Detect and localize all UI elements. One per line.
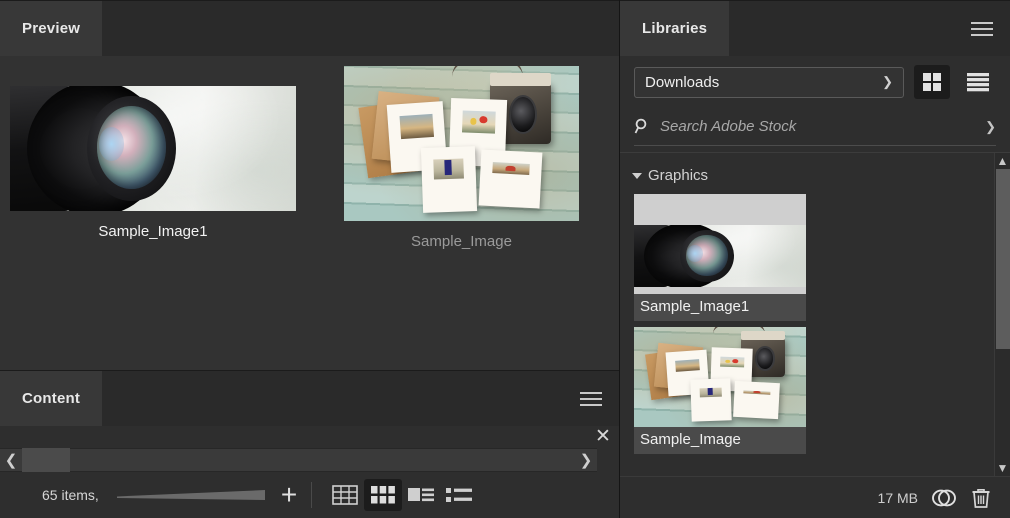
preview-item[interactable]: Sample_Image: [344, 66, 579, 250]
grid-view-icon[interactable]: [326, 479, 364, 511]
stock-search-field[interactable]: Search Adobe Stock ❯: [634, 108, 996, 146]
toolbar-separator: [311, 482, 313, 508]
grid-view-icon[interactable]: [914, 65, 950, 99]
search-input[interactable]: Search Adobe Stock: [660, 118, 976, 135]
vertical-scroll-track[interactable]: [995, 169, 1010, 460]
chevron-down-icon: ❯: [882, 74, 893, 89]
asset-label: Sample_Image1: [640, 298, 750, 315]
photos-on-wood-image: [634, 327, 806, 427]
details-view-icon[interactable]: [402, 479, 440, 511]
libraries-content: Graphics Sample_Image1 Sample_Image ▲ ▼: [620, 152, 1010, 476]
plus-icon[interactable]: +: [281, 481, 297, 509]
libraries-panel: Libraries Downloads ❯ Search Adobe Stock…: [620, 0, 1010, 518]
creative-cloud-icon[interactable]: [931, 488, 957, 508]
libraries-footer: 17 MB: [620, 476, 1010, 518]
preview-item[interactable]: Sample_Image1: [10, 86, 296, 240]
tab-preview-label: Preview: [22, 20, 81, 37]
content-panel: Content ✕ ❮ ❯ 65 items, +: [0, 370, 619, 518]
content-top-strip: ✕: [0, 426, 619, 448]
preview-header-spacer: [102, 1, 619, 56]
content-toolbar: 65 items, +: [0, 472, 619, 518]
tab-libraries-label: Libraries: [642, 20, 708, 37]
tab-preview[interactable]: Preview: [0, 1, 103, 56]
hamburger-icon[interactable]: [962, 1, 1002, 56]
library-asset-card[interactable]: Sample_Image1: [634, 194, 806, 321]
camera-lens-image: [10, 86, 296, 211]
library-select-value: Downloads: [645, 73, 720, 91]
content-header-spacer: [102, 371, 571, 426]
thumbnail-view-icon[interactable]: [364, 479, 403, 511]
chevron-down-icon[interactable]: ❯: [985, 119, 996, 135]
chevron-left-icon[interactable]: ❮: [0, 453, 22, 468]
libraries-header-spacer: [729, 1, 962, 56]
chevron-right-icon[interactable]: ❯: [575, 453, 597, 468]
horizontal-scroll-track[interactable]: [22, 448, 575, 472]
triangle-down-icon[interactable]: [632, 172, 642, 179]
left-column: Preview Sample_Image1 Sample_Image Conte…: [0, 0, 620, 518]
vertical-scroll-thumb[interactable]: [995, 169, 1010, 350]
photos-on-wood-image: [344, 66, 579, 221]
horizontal-scrollbar[interactable]: ❮ ❯: [0, 448, 619, 472]
close-icon[interactable]: ✕: [593, 427, 613, 447]
vertical-scrollbar[interactable]: ▲ ▼: [994, 153, 1010, 476]
asset-thumbnail: [634, 194, 806, 294]
libraries-scroll-area: Graphics Sample_Image1 Sample_Image: [620, 153, 994, 476]
application-window: Preview Sample_Image1 Sample_Image Conte…: [0, 0, 1010, 518]
asset-thumbnail: [634, 327, 806, 427]
preview-item-caption: Sample_Image: [411, 233, 512, 250]
section-title-label: Graphics: [648, 167, 709, 184]
preview-item-caption: Sample_Image1: [98, 223, 208, 240]
scrollbar-endcap: [597, 448, 619, 472]
hamburger-icon[interactable]: [571, 371, 611, 426]
camera-lens-image: [634, 225, 806, 287]
preview-body: Sample_Image1 Sample_Image: [0, 56, 619, 370]
libraries-toolbar: Downloads ❯: [620, 56, 1010, 108]
list-view-icon[interactable]: [440, 479, 478, 511]
preview-panel-header: Preview: [0, 0, 619, 56]
chevron-up-icon[interactable]: ▲: [997, 153, 1009, 169]
tab-libraries[interactable]: Libraries: [620, 1, 730, 56]
content-panel-header: Content: [0, 370, 619, 426]
horizontal-scroll-thumb[interactable]: [22, 448, 70, 472]
zoom-slider[interactable]: [115, 486, 267, 504]
trash-icon[interactable]: [970, 487, 992, 509]
tab-content-label: Content: [22, 390, 81, 407]
chevron-down-icon[interactable]: ▼: [997, 460, 1009, 476]
asset-label: Sample_Image: [640, 431, 741, 448]
library-asset-card[interactable]: Sample_Image: [634, 327, 806, 454]
tab-content[interactable]: Content: [0, 371, 103, 426]
list-view-icon[interactable]: [960, 65, 996, 99]
library-size-label: 17 MB: [877, 489, 918, 506]
libraries-panel-header: Libraries: [620, 0, 1010, 56]
library-select[interactable]: Downloads ❯: [634, 66, 904, 98]
section-header-graphics[interactable]: Graphics: [632, 167, 994, 184]
items-count-label: 65 items,: [42, 487, 99, 503]
search-icon: [634, 118, 647, 134]
